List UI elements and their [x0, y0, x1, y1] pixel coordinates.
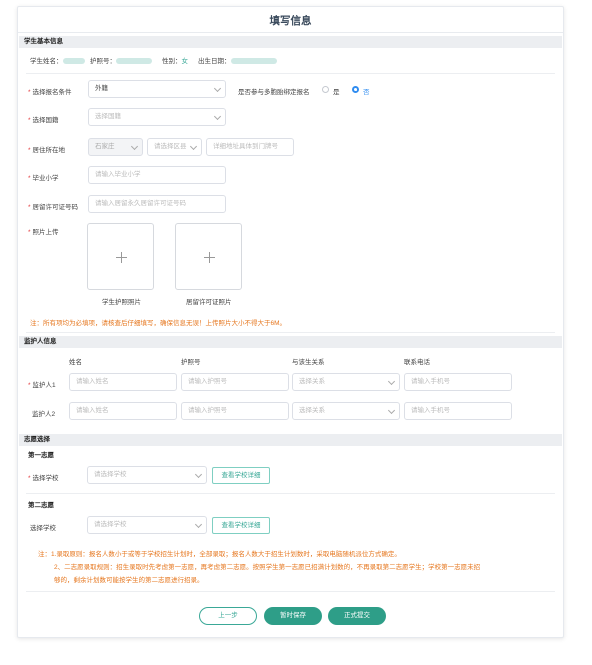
photo-label: * 照片上传 — [28, 229, 59, 236]
form-card: 填写信息 学生基本信息 学生姓名： 护照号： 性别：女 出生日期： * 选择报名条… — [17, 6, 564, 638]
address-district-select[interactable]: 请选择区县 — [147, 138, 202, 156]
second-choice-title: 第二志愿 — [28, 502, 54, 509]
divider — [26, 591, 555, 592]
address-detail-input[interactable]: 详细地址具体到门牌号 — [206, 138, 294, 156]
chevron-down-icon — [130, 142, 139, 151]
chevron-down-icon — [213, 84, 222, 93]
divider — [26, 493, 555, 494]
chevron-down-icon — [194, 470, 203, 479]
photo2-caption: 居留许可证照片 — [186, 299, 232, 306]
photo1-upload[interactable] — [87, 223, 154, 290]
first-school-detail-button[interactable]: 查看学校详细 — [212, 467, 270, 484]
guardian1-relation-select[interactable]: 选择关系 — [292, 373, 400, 391]
nationality-label: * 选择国籍 — [28, 117, 59, 124]
chevron-down-icon — [387, 377, 396, 386]
chevron-down-icon — [387, 406, 396, 415]
student-name-label: 学生姓名： — [30, 58, 63, 65]
second-school-detail-button[interactable]: 查看学校详细 — [212, 517, 270, 534]
dob-row: 出生日期： — [198, 55, 277, 65]
passport-value — [116, 58, 152, 65]
first-school-label: * 选择学校 — [28, 475, 59, 482]
chevron-down-icon — [213, 112, 222, 121]
save-button[interactable]: 暂时保存 — [264, 607, 322, 625]
permit-input[interactable]: 请输入居留永久居留许可证号码 — [88, 195, 226, 213]
page-title: 填写信息 — [269, 15, 312, 27]
student-name-row: 学生姓名： — [30, 55, 85, 65]
priority-no-radio[interactable] — [352, 86, 359, 93]
guardian2-passport-input[interactable]: 请输入护照号 — [181, 402, 289, 420]
guardian2-phone-input[interactable]: 请输入手机号 — [404, 402, 512, 420]
guardian1-passport-input[interactable]: 请输入护照号 — [181, 373, 289, 391]
dob-label: 出生日期： — [198, 58, 231, 65]
condition-label: * 选择报名条件 — [28, 89, 72, 96]
divider — [26, 73, 555, 74]
col-passport: 护照号 — [181, 359, 201, 366]
student-name-value — [62, 58, 85, 65]
guardian2-name-input[interactable]: 请输入姓名 — [69, 402, 177, 420]
prev-button[interactable]: 上一步 — [199, 607, 257, 625]
address-label: * 居住所在地 — [28, 147, 66, 154]
choice-note-line2: 2、二志愿录取规则：招生录取时先考虑第一志愿，再考虑第二志愿。按照学生第一志愿已… — [54, 564, 481, 571]
submit-button[interactable]: 正式提交 — [328, 607, 386, 625]
gender-row: 性别：女 — [162, 55, 188, 65]
photo2-upload[interactable] — [175, 223, 242, 290]
permit-label: * 居留许可证号码 — [28, 204, 79, 211]
priority-yes-radio[interactable] — [322, 86, 329, 93]
col-name: 姓名 — [69, 359, 82, 366]
required-note: 注：所有项均为必填项，请核查后仔细填写，确保信息无误！上传照片大小不得大于6M。 — [30, 320, 287, 327]
school-label: * 毕业小学 — [28, 175, 59, 182]
divider — [26, 332, 555, 333]
first-choice-title: 第一志愿 — [28, 452, 54, 459]
section-choice: 志愿选择 — [19, 434, 562, 446]
address-city-select[interactable]: 石家庄 — [88, 138, 143, 156]
priority-yes-label: 是 — [333, 89, 340, 96]
priority-no-label: 否 — [363, 89, 370, 96]
nationality-select[interactable]: 选择国籍 — [88, 108, 226, 126]
chevron-down-icon — [194, 520, 203, 529]
passport-row: 护照号： — [90, 55, 152, 65]
gender-value: 女 — [181, 58, 189, 65]
second-school-select[interactable]: 请选择学校 — [87, 516, 207, 534]
first-school-select[interactable]: 请选择学校 — [87, 466, 207, 484]
second-school-label: 选择学校 — [30, 525, 56, 532]
choice-note-line3: 够的，剩余计划数可能按学生的第二志愿进行招录。 — [54, 577, 204, 584]
photo1-caption: 学生护照照片 — [102, 299, 141, 306]
priority-label: 是否参与多胞胎绑定报名 — [238, 89, 310, 96]
guardian1-phone-input[interactable]: 请输入手机号 — [404, 373, 512, 391]
school-input[interactable]: 请输入毕业小学 — [88, 166, 226, 184]
dob-value — [230, 58, 277, 65]
section-basic-info: 学生基本信息 — [19, 36, 562, 48]
col-relation: 与该生关系 — [292, 359, 325, 366]
gender-label: 性别： — [162, 58, 182, 65]
guardian2-relation-select[interactable]: 选择关系 — [292, 402, 400, 420]
passport-label: 护照号： — [90, 58, 116, 65]
guardian2-label: 监护人2 — [32, 411, 56, 418]
condition-select[interactable]: 外籍 — [88, 80, 226, 98]
guardian1-name-input[interactable]: 请输入姓名 — [69, 373, 177, 391]
title-divider — [18, 32, 563, 33]
col-phone: 联系电话 — [404, 359, 430, 366]
chevron-down-icon — [189, 142, 198, 151]
section-guardian: 监护人信息 — [19, 336, 562, 348]
guardian1-label: * 监护人1 — [28, 382, 56, 389]
choice-note-line1: 注：1.录取原则：报名人数小于或等于学校招生计划时，全部录取；报名人数大于招生计… — [38, 551, 401, 558]
